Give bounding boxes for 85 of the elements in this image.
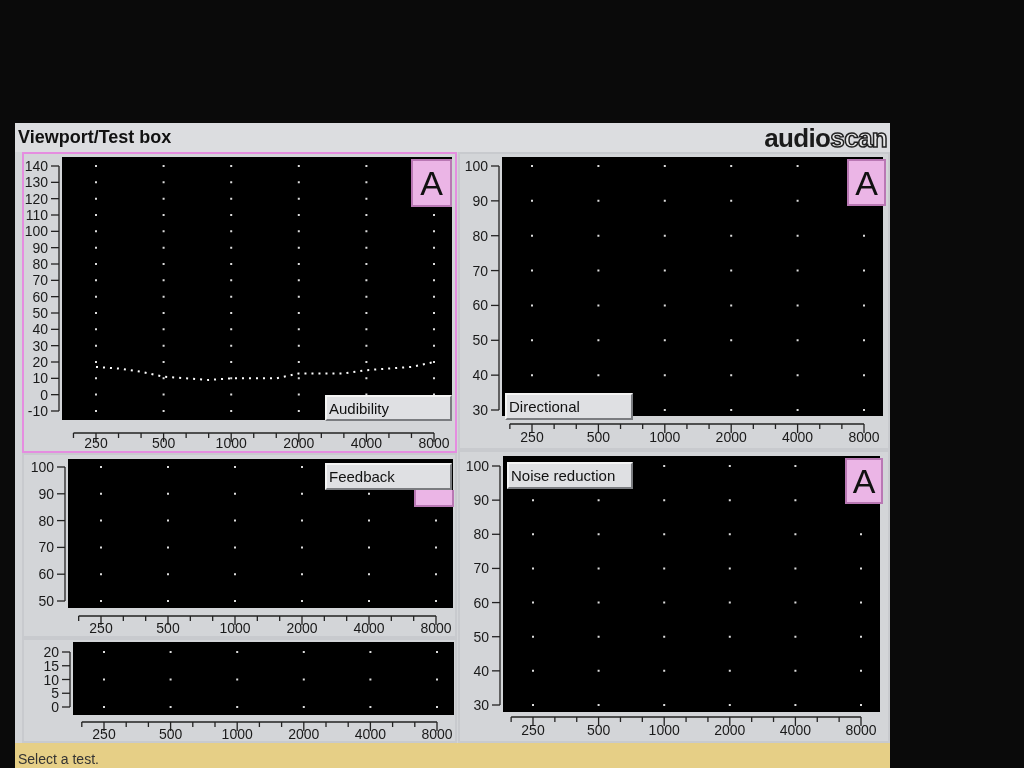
- tick-label: 500: [156, 620, 180, 636]
- tick-label: 4000: [350, 435, 382, 451]
- tick-label: 250: [84, 435, 108, 451]
- tick-label: 130: [24, 174, 48, 191]
- tick-label: 10: [32, 370, 48, 387]
- tick-label: 70: [472, 262, 488, 279]
- tick-label: 8000: [848, 429, 880, 445]
- tick-label: 8000: [845, 722, 877, 738]
- tick-label: 4000: [354, 726, 386, 742]
- test-button[interactable]: Feedback: [325, 463, 452, 490]
- tick-label: 4000: [782, 429, 814, 445]
- tick-label: 10: [43, 671, 59, 688]
- tick-label: 90: [473, 492, 489, 509]
- tick-label: 15: [43, 657, 59, 674]
- tick-label: 2000: [288, 726, 320, 742]
- tick-label: 100: [24, 223, 48, 240]
- tick-label: 8000: [420, 620, 452, 636]
- tick-label: 30: [473, 697, 489, 713]
- tick-label: 80: [472, 227, 488, 244]
- tick-label: 4000: [353, 620, 385, 636]
- test-button[interactable]: Directional: [505, 393, 633, 420]
- tick-label: 100: [465, 458, 489, 474]
- tick-label: 500: [586, 429, 611, 445]
- tick-label: 40: [473, 662, 489, 679]
- test-button[interactable]: Noise reduction: [507, 462, 633, 489]
- tick-label: 8000: [421, 726, 453, 742]
- tick-label: 140: [24, 158, 48, 174]
- tick-label: 1000: [648, 722, 680, 738]
- tick-label: 80: [473, 526, 489, 543]
- viewport-badge[interactable]: [414, 490, 454, 507]
- tick-label: 90: [472, 192, 488, 209]
- tick-label: 0: [40, 386, 48, 403]
- tick-label: 120: [24, 190, 48, 207]
- tick-label: 90: [32, 239, 48, 256]
- tick-label: 500: [586, 722, 611, 738]
- tick-label: 70: [38, 539, 54, 556]
- tick-label: 60: [32, 288, 48, 305]
- logo: audioscan: [764, 124, 887, 151]
- tick-label: 500: [158, 726, 183, 742]
- tick-label: 1000: [219, 620, 251, 636]
- tick-label: 110: [25, 207, 48, 223]
- tick-label: 2000: [283, 435, 315, 451]
- test-button[interactable]: Audibility: [325, 395, 452, 421]
- tick-label: 50: [32, 305, 48, 321]
- tick-label: 60: [38, 566, 54, 583]
- tick-label: 50: [473, 628, 489, 645]
- tick-label: 250: [520, 429, 544, 445]
- tick-label: 70: [32, 272, 48, 289]
- tick-label: 100: [464, 158, 488, 174]
- tick-label: 70: [473, 560, 489, 577]
- tick-label: 8000: [418, 435, 450, 451]
- tick-label: 80: [32, 256, 48, 272]
- tick-label: 30: [32, 337, 48, 354]
- tick-label: 4000: [779, 722, 811, 738]
- tick-label: 60: [473, 594, 489, 611]
- tick-label: -10: [27, 403, 48, 419]
- tick-label: 20: [32, 354, 48, 370]
- tick-label: 5: [51, 685, 59, 702]
- tick-label: 2000: [286, 620, 318, 636]
- tick-label: 80: [38, 512, 54, 529]
- tick-label: 500: [151, 435, 176, 451]
- viewport-badge[interactable]: A: [411, 159, 452, 207]
- tick-label: 250: [521, 722, 545, 738]
- window-title: Viewport/Test box: [18, 126, 172, 149]
- y-axis: [61, 651, 71, 708]
- tick-label: 20: [43, 644, 59, 660]
- tick-label: 1000: [221, 726, 253, 742]
- tick-label: 2000: [715, 429, 747, 445]
- tick-label: 60: [472, 297, 488, 314]
- tick-label: 250: [89, 620, 113, 636]
- tick-label: 1000: [649, 429, 681, 445]
- tick-label: 50: [472, 332, 488, 349]
- viewport-badge[interactable]: A: [845, 458, 883, 504]
- viewport-badge[interactable]: A: [847, 159, 886, 206]
- status-bar: Select a test.: [15, 743, 890, 768]
- tick-label: 2000: [714, 722, 746, 738]
- tick-label: 50: [38, 593, 54, 609]
- tick-label: 40: [32, 321, 48, 338]
- tick-label: 30: [472, 402, 488, 418]
- tick-label: 0: [51, 699, 59, 715]
- tick-label: 100: [30, 459, 54, 475]
- tick-label: 250: [92, 726, 116, 742]
- tick-label: 1000: [215, 435, 247, 451]
- tick-label: 90: [38, 485, 54, 502]
- tick-label: 40: [472, 367, 488, 384]
